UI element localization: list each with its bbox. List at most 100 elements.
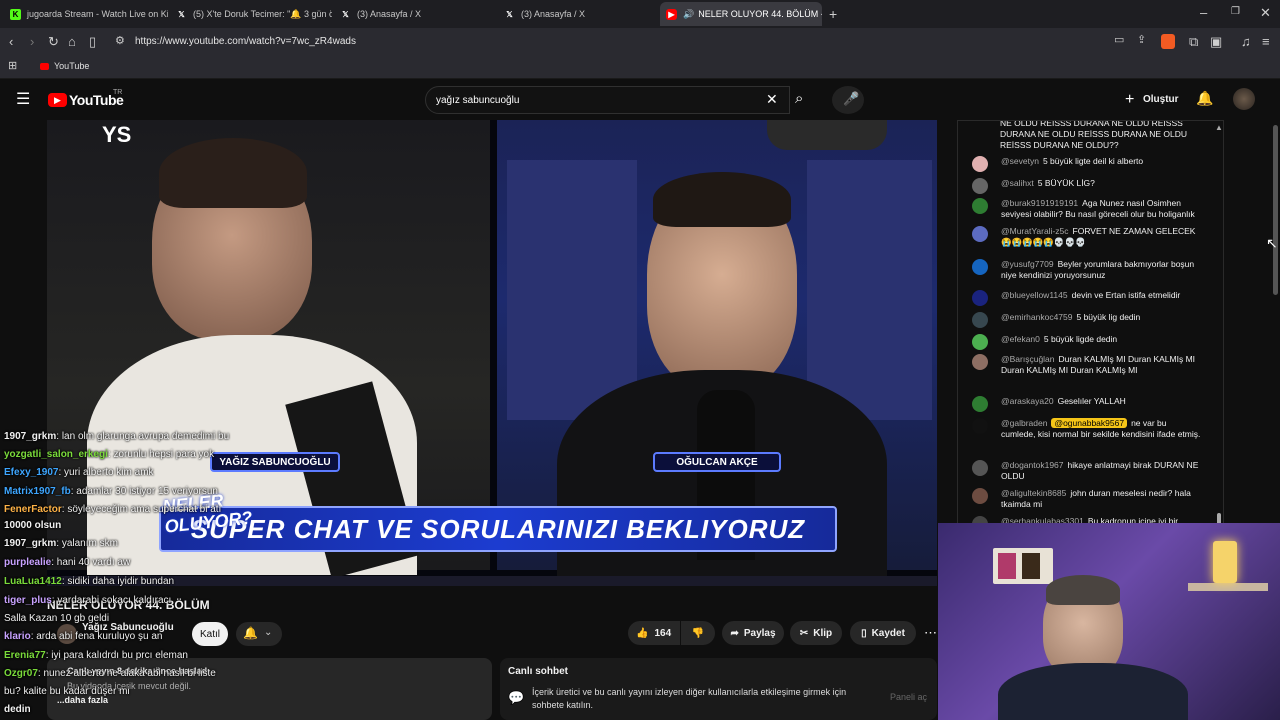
browser-tab-kick[interactable]: K jugoarda Stream - Watch Live on Kick (4, 2, 168, 26)
avatar[interactable] (1233, 88, 1255, 110)
clear-search-icon[interactable]: ✕ (766, 92, 778, 106)
chat-username[interactable]: @salihxt (1001, 178, 1034, 188)
overlay-chat-text: : sidiki daha iyidir bundan (61, 576, 175, 587)
chat-avatar[interactable] (972, 488, 988, 504)
page-scrollbar[interactable] (1273, 125, 1278, 295)
menu-icon[interactable]: ≡ (1262, 35, 1270, 48)
share-label: Paylaş (743, 627, 776, 639)
maximize-icon[interactable]: ❐ (1231, 7, 1240, 17)
chat-message-body: @salihxt 5 BÜYÜK LİG? (1001, 178, 1202, 189)
chat-username[interactable]: @efekan0 (1001, 334, 1040, 344)
browser-tab-x-2[interactable]: 𝕏 (3) Anasayfa / X (334, 2, 494, 26)
chat-username[interactable]: @emirhankoc4759 (1001, 312, 1072, 322)
chat-avatar[interactable] (972, 156, 988, 172)
chat-username[interactable]: @Barışçuğlan (1001, 354, 1055, 364)
chat-avatar[interactable] (972, 418, 988, 434)
overlay-chat-text: Salla Kazan 10 gb geldi (4, 613, 110, 624)
overlay-chat-text: : lan olm glarunga avrupa demedimi bu (56, 431, 230, 442)
like-button[interactable]: 👍 164 (628, 621, 680, 645)
media-icon[interactable]: ♫ (1241, 35, 1251, 48)
new-tab-icon[interactable]: + (829, 7, 837, 21)
hamburger-menu-icon[interactable]: ☰ (16, 92, 30, 108)
reader-icon[interactable]: ▭ (1114, 35, 1124, 46)
search-input[interactable] (436, 92, 756, 108)
bookmark-icon[interactable]: ▯ (89, 35, 96, 48)
host-left-feed: YS (47, 120, 490, 579)
chat-avatar[interactable] (972, 290, 988, 306)
youtube-icon: ▶ (666, 8, 677, 20)
scroll-up-icon[interactable]: ▲ (1215, 123, 1223, 132)
share-button[interactable]: ➦ Paylaş (722, 621, 784, 645)
notifications-bell-icon[interactable]: 🔔 (1196, 91, 1213, 105)
clip-button[interactable]: ✂ Klip (790, 621, 842, 645)
chat-avatar[interactable] (972, 178, 988, 194)
overlay-chat-line: Ozgr07: nunez alberto ne alaka abi nasıl… (4, 668, 216, 679)
extensions-icon[interactable]: ⧉ (1189, 35, 1198, 48)
chat-avatar[interactable] (972, 259, 988, 275)
overlay-chat-text: : iyi para kalıdrdı bu prcı eleman (45, 650, 188, 661)
browser-tab-x-3[interactable]: 𝕏 (3) Anasayfa / X (498, 2, 658, 26)
overlay-chat-user: Matrix1907_fb (4, 486, 71, 497)
live-chat-message: @araskaya20 Geselıler YALLAH (972, 396, 1202, 412)
overlay-chat-line: 1907_grkm: yalanım skm (4, 538, 118, 549)
chat-username[interactable]: @burak9191919191 (1001, 198, 1078, 208)
clip-label: Klip (813, 627, 833, 639)
chat-username[interactable]: @araskaya20 (1001, 396, 1054, 406)
brave-shield-icon[interactable] (1161, 34, 1175, 49)
save-button[interactable]: ▯ Kaydet (850, 621, 916, 645)
chat-username[interactable]: @dogantok1967 (1001, 460, 1064, 470)
open-panel-button[interactable]: Paneli aç (890, 692, 927, 702)
chat-message-body: @aligultekin8685 john duran meselesi nedi… (1001, 488, 1202, 510)
close-window-icon[interactable]: ✕ (1260, 6, 1271, 19)
share-icon[interactable]: ⇪ (1137, 35, 1146, 46)
microphone-icon[interactable]: 🎤 (843, 92, 859, 105)
chat-username[interactable]: @yusufg7709 (1001, 259, 1054, 269)
x-icon: 𝕏 (342, 9, 349, 19)
chat-avatar[interactable] (972, 312, 988, 328)
site-info-icon[interactable]: ⚙ (115, 36, 125, 47)
chat-message-body: @yusufg7709 Beyler yorumlara bakmıyorlar … (1001, 259, 1202, 281)
create-button[interactable]: Oluştur (1143, 94, 1179, 105)
browser-tab-youtube-active[interactable]: ▶ 🔊 NELER OLUYOR 44. BÖLÜM - ✕ (660, 2, 822, 26)
minimize-icon[interactable]: – (1200, 6, 1207, 19)
back-icon[interactable]: ‹ (9, 35, 13, 48)
apps-grid-icon[interactable]: ⊞ (8, 61, 17, 72)
live-chat-panel: NE OLDU REİSSS DURANA NE OLDU REİSSS DUR… (957, 120, 1224, 524)
live-chat-message: @galbraden @ogunabbak9567 ne var bu cumled… (972, 418, 1202, 440)
chat-mention-badge[interactable]: @ogunabbak9567 (1051, 418, 1128, 428)
scissors-icon: ✂ (799, 627, 809, 639)
chat-join-box: Canlı sohbet 💬 İçerik üretici ve bu canl… (500, 658, 937, 720)
video-player[interactable]: YS YAĞIZ SABUNCUOĞLU OĞULCAN AKÇE SUPER … (47, 120, 937, 586)
join-button[interactable]: Katıl (192, 622, 228, 646)
tab-label: (3) Anasayfa / X (521, 9, 586, 19)
overlay-chat-line: Efexy_1907: yuri alberto kim amk (4, 467, 154, 478)
forward-icon[interactable]: › (30, 35, 34, 48)
bookmark-youtube[interactable]: YouTube (54, 61, 89, 71)
browser-tab-x-1[interactable]: 𝕏 (5) X'te Doruk Tecimer: "🔔 3 gün ön (170, 2, 332, 26)
chat-username[interactable]: @MuratYarali-z5c (1001, 226, 1069, 236)
chat-avatar[interactable] (972, 334, 988, 350)
home-icon[interactable]: ⌂ (68, 35, 76, 48)
chat-username[interactable]: @galbraden (1001, 418, 1047, 428)
url-text[interactable]: https://www.youtube.com/watch?v=7wc_zR4w… (135, 36, 356, 47)
overlay-chat-user: Efexy_1907 (4, 467, 59, 478)
search-icon[interactable]: ⌕ (795, 91, 803, 106)
search-box[interactable]: ✕ (425, 86, 790, 114)
chat-username[interactable]: @blueyellow1145 (1001, 290, 1068, 300)
more-actions-icon[interactable]: ⋯ (924, 626, 937, 639)
chat-avatar[interactable] (972, 226, 988, 242)
chat-message-body: @MuratYarali-z5c FORVET NE ZAMAN GELECEK … (1001, 226, 1202, 248)
chat-avatar[interactable] (972, 354, 988, 370)
youtube-icon (40, 63, 49, 70)
chat-avatar[interactable] (972, 198, 988, 214)
chat-username[interactable]: @aligultekin8685 (1001, 488, 1066, 498)
chat-username[interactable]: @sevetyn (1001, 156, 1039, 166)
chat-avatar[interactable] (972, 460, 988, 476)
overlay-chat-user: 1907_grkm (4, 538, 57, 549)
dislike-button[interactable]: 👎 (681, 621, 715, 645)
create-plus-icon[interactable]: + (1125, 92, 1134, 108)
chat-avatar[interactable] (972, 396, 988, 412)
reload-icon[interactable]: ↻ (48, 35, 59, 48)
overlay-chat-text: : yardarabi sokacı kaldıracı (51, 595, 172, 606)
sidebar-icon[interactable]: ▣ (1210, 35, 1222, 48)
